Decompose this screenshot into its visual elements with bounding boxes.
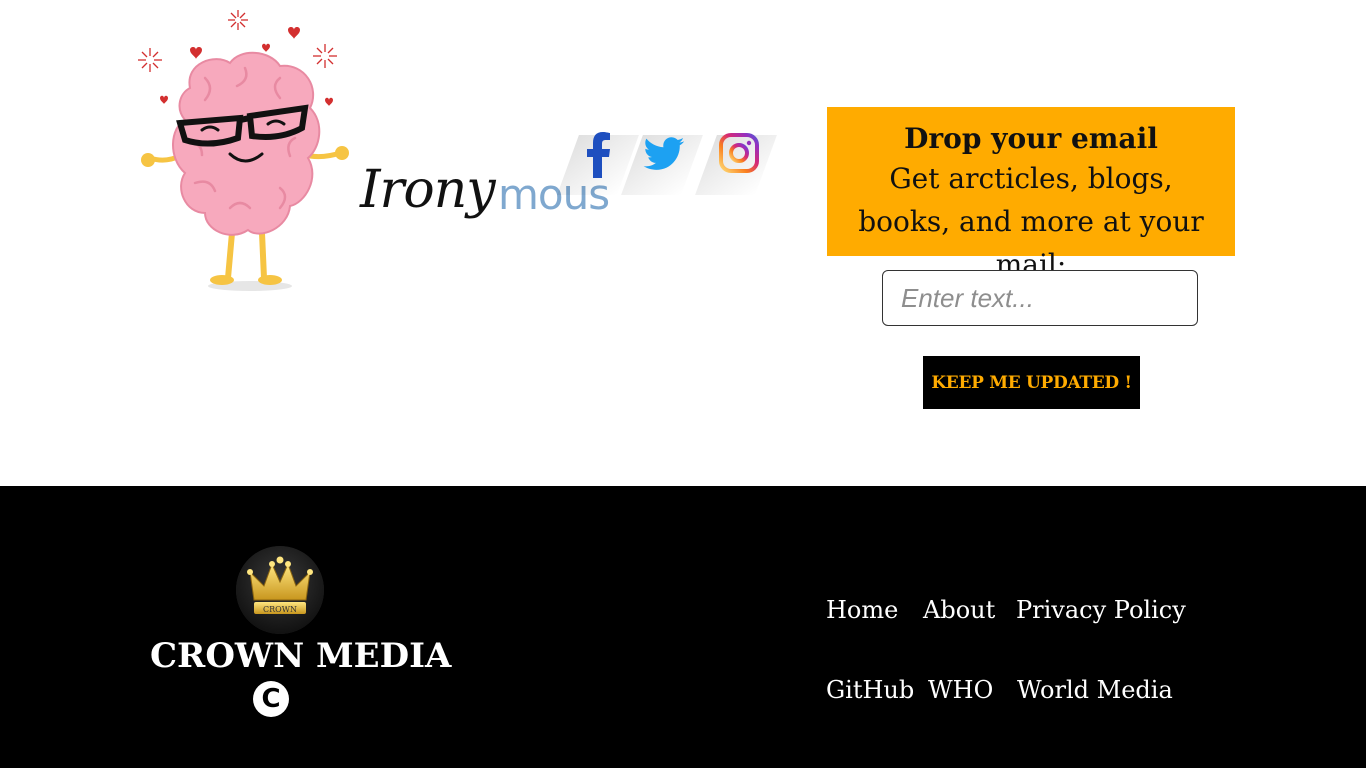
crown-media-logo[interactable]: CROWN [236, 546, 324, 634]
twitter-link[interactable] [621, 125, 703, 195]
instagram-link[interactable] [695, 125, 777, 195]
footer-link-about[interactable]: About [923, 596, 995, 624]
facebook-icon [587, 132, 610, 178]
crown-media-title: CROWN MEDIA [150, 636, 452, 676]
newsletter-body: Get arcticles, blogs, books, and more at… [858, 162, 1204, 281]
brain-mascot-image [138, 10, 349, 291]
footer-link-github[interactable]: GitHub [826, 676, 914, 704]
instagram-icon [719, 133, 759, 173]
newsletter-heading: Drop your email [904, 122, 1158, 155]
footer-link-home[interactable]: Home [826, 596, 898, 624]
footer-link-world-media[interactable]: World Media [1017, 676, 1173, 704]
email-input[interactable] [882, 270, 1198, 326]
copyright-icon: C [253, 681, 289, 717]
logo-text: CROWN [263, 605, 297, 614]
keep-me-updated-button[interactable]: KEEP ME UPDATED ! [923, 356, 1140, 409]
wordmark-part1: Irony [360, 160, 496, 220]
twitter-icon [643, 137, 685, 170]
newsletter-promo: Drop your email Get arcticles, blogs, bo… [827, 107, 1235, 281]
footer: CROWN CROWN MEDIA C Home About Privacy P… [0, 486, 1366, 768]
header-section: Irony mous Drop your email Get arcticles… [0, 0, 1366, 486]
crown-icon: CROWN [236, 546, 324, 634]
footer-link-privacy-policy[interactable]: Privacy Policy [1016, 596, 1186, 624]
footer-link-who[interactable]: WHO [928, 676, 993, 704]
